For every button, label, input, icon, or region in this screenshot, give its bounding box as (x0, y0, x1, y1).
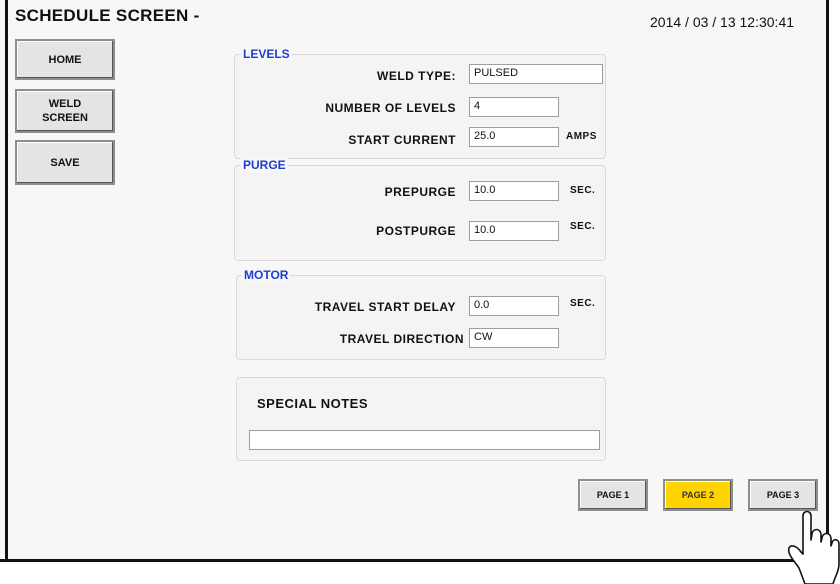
special-notes-field[interactable] (249, 430, 600, 450)
postpurge-field[interactable]: 10.0 (469, 221, 559, 241)
page-2-button[interactable]: PAGE 2 (663, 479, 733, 511)
start-current-field[interactable]: 25.0 (469, 127, 559, 147)
weld-type-label: WELD TYPE: (377, 69, 456, 83)
save-button-label: SAVE (50, 156, 80, 169)
home-button-label: HOME (48, 53, 82, 66)
purge-group-title: PURGE (241, 158, 288, 172)
postpurge-label: POSTPURGE (376, 224, 456, 238)
travel-start-delay-field[interactable]: 0.0 (469, 296, 559, 316)
special-notes-label: SPECIAL NOTES (257, 396, 369, 411)
weld-screen-label-line1: WELD (48, 98, 82, 110)
travel-start-delay-unit: SEC. (570, 298, 596, 309)
travel-direction-label: TRAVEL DIRECTION (339, 332, 464, 346)
weld-type-field[interactable]: PULSED (469, 64, 603, 84)
screen-title: SCHEDULE SCREEN - (15, 6, 200, 25)
start-current-label: START CURRENT (348, 133, 456, 147)
page-1-button[interactable]: PAGE 1 (578, 479, 648, 511)
postpurge-unit: SEC. (570, 221, 596, 232)
motor-group-title: MOTOR (242, 268, 291, 282)
number-of-levels-label: NUMBER OF LEVELS (325, 101, 456, 115)
number-of-levels-field[interactable]: 4 (469, 97, 559, 117)
datetime-display: 2014 / 03 / 13 12:30:41 (650, 14, 795, 30)
save-button[interactable]: SAVE (15, 140, 115, 185)
page-2-label: PAGE 2 (681, 490, 715, 500)
levels-group-title: LEVELS (241, 47, 292, 61)
prepurge-label: PREPURGE (384, 185, 456, 199)
prepurge-field[interactable]: 10.0 (469, 181, 559, 201)
start-current-unit: AMPS (566, 131, 597, 142)
screen-left-border (5, 0, 8, 562)
home-button[interactable]: HOME (15, 39, 115, 80)
page-1-label: PAGE 1 (596, 490, 630, 500)
travel-start-delay-label: TRAVEL START DELAY (314, 300, 456, 314)
purge-group (234, 165, 606, 261)
weld-screen-button[interactable]: WELD SCREEN (15, 89, 115, 133)
pointing-hand-icon (787, 510, 840, 584)
prepurge-unit: SEC. (570, 185, 596, 196)
travel-direction-field[interactable]: CW (469, 328, 559, 348)
weld-screen-label-line2: SCREEN (42, 112, 88, 124)
